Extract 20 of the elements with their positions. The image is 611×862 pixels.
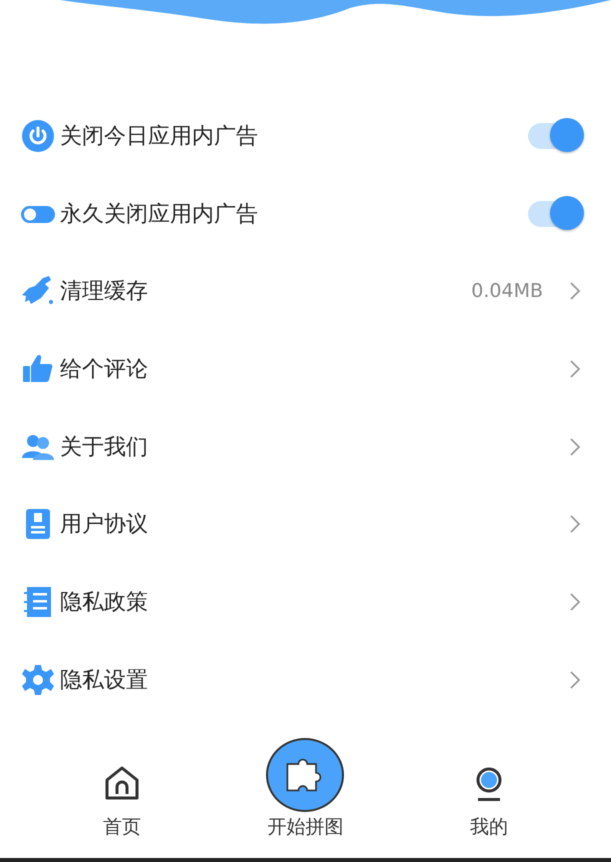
power-icon: [21, 118, 55, 153]
setting-label: 关于我们: [60, 434, 149, 462]
setting-label: 关闭今日应用内广告: [60, 122, 259, 151]
setting-label: 清理缓存: [60, 278, 149, 306]
chevron-icon[interactable]: [569, 281, 581, 302]
setting-label: 用户协议: [60, 511, 149, 540]
setting-label: 隐私设置: [60, 666, 149, 695]
chevron-icon[interactable]: [569, 592, 581, 612]
setting-label: 给个评论: [60, 356, 149, 384]
setting-label: 隐私政策: [60, 588, 149, 617]
chevron-icon[interactable]: [569, 670, 581, 690]
chevron-icon[interactable]: [569, 436, 581, 457]
nav-tab[interactable]: 我的: [419, 738, 560, 858]
setting-label: 永久关闭应用内广告: [60, 200, 259, 229]
chevron-icon[interactable]: [569, 514, 581, 534]
setting-value: 0.04MB: [471, 280, 543, 302]
gear-icon: [21, 662, 55, 697]
nav-tab[interactable]: 开始拼图: [235, 738, 376, 858]
nav-tab[interactable]: 首页: [52, 738, 192, 858]
chevron-icon[interactable]: [569, 358, 581, 379]
